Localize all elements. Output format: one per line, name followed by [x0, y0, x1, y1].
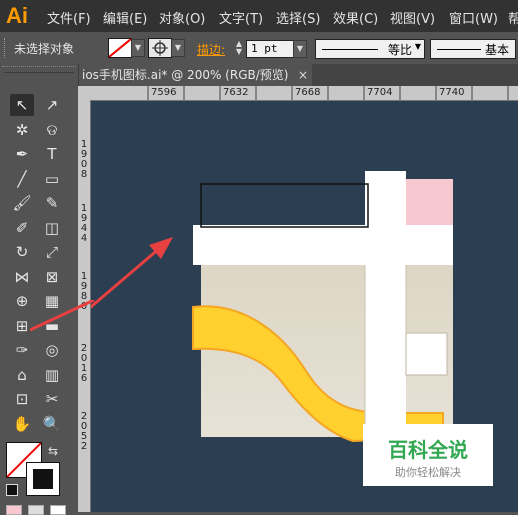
ruler-label: 7704	[367, 87, 393, 98]
lasso-tool-icon[interactable]: ଡ	[40, 119, 64, 141]
ruler-label: 7632	[223, 87, 249, 98]
menu-edit[interactable]: 编辑(E)	[103, 8, 147, 27]
rotate-tool-icon[interactable]: ↻	[10, 241, 34, 263]
ruler-label: 7740	[439, 87, 465, 98]
blob-brush-tool-icon[interactable]: ✐	[10, 217, 34, 239]
menu-help[interactable]: 帮	[508, 8, 518, 27]
no-fill-icon	[109, 39, 131, 57]
default-colors-icon[interactable]	[6, 484, 18, 496]
eraser-tool-icon[interactable]: ◫	[40, 217, 64, 239]
stroke-label[interactable]: 描边:	[197, 41, 225, 58]
direct-selection-tool-icon[interactable]: ↗	[40, 94, 64, 116]
watermark-title: 百科全说	[388, 438, 468, 462]
zoom-tool-icon[interactable]: 🔍	[40, 413, 64, 435]
none-mode-icon[interactable]	[50, 505, 66, 515]
tab-document[interactable]: ios手机图标.ai* @ 200% (RGB/预览) ×	[78, 64, 312, 86]
menu-select[interactable]: 选择(S)	[276, 8, 320, 27]
magic-wand-tool-icon[interactable]: ✲	[10, 119, 34, 141]
ruler-label: 7668	[295, 87, 321, 98]
tools-panel: ↖ ↗ ✲ ଡ ✒ T ╱ ▭ 🖌 ✎ ✐ ◫ ↻ ⤢ ⋈ ⊠ ⊕ ▦ ⊞ ▬ ✑ ◎ ⌂ ▥ ⊡ ✂ ✋ 🔍 ⇆	[0, 64, 79, 515]
stroke-dropdown[interactable]: ▼	[171, 39, 185, 57]
divider	[4, 72, 74, 73]
watermark-subtitle: 助你轻松解决	[395, 466, 461, 479]
paintbrush-tool-icon[interactable]: 🖌	[10, 192, 34, 214]
stroke-color-swatch[interactable]	[26, 462, 60, 496]
ruler-digit: 4	[80, 233, 88, 244]
type-tool-icon[interactable]: T	[40, 143, 64, 165]
white-column-shape[interactable]	[365, 171, 406, 441]
annotation-arrow-tail	[30, 300, 95, 332]
selection-tool-icon[interactable]: ↖	[10, 94, 34, 116]
stroke-weight-dropdown[interactable]: ▼	[293, 40, 307, 58]
menu-bar: Ai 文件(F) 编辑(E) 对象(O) 文字(T) 选择(S) 效果(C) 视…	[0, 0, 518, 32]
rectangle-tool-icon[interactable]: ▭	[40, 168, 64, 190]
pencil-tool-icon[interactable]: ✎	[40, 192, 64, 214]
white-bar-shape[interactable]	[193, 225, 453, 265]
stroke-profile-select[interactable]: 等比 ▼	[315, 39, 425, 59]
menu-object[interactable]: 对象(O)	[159, 8, 205, 27]
stroke-color-fill	[33, 469, 53, 489]
menu-window[interactable]: 窗口(W)	[449, 8, 498, 27]
close-icon[interactable]: ×	[298, 64, 308, 86]
document-tab-bar: ios手机图标.ai* @ 200% (RGB/预览) ×	[78, 64, 518, 86]
free-transform-tool-icon[interactable]: ⊠	[40, 266, 64, 288]
artboard-tool-icon[interactable]: ⊡	[10, 388, 34, 410]
slice-tool-icon[interactable]: ✂	[40, 388, 64, 410]
watermark-badge: 百科全说 助你轻松解决	[363, 424, 493, 486]
ruler-digit: 2	[80, 441, 88, 452]
gradient-mode-icon[interactable]	[28, 505, 44, 515]
menu-effect[interactable]: 效果(C)	[333, 8, 378, 27]
profile-line-icon	[322, 49, 378, 50]
line-tool-icon[interactable]: ╱	[10, 168, 34, 190]
stroke-weight-stepper[interactable]: ▲ ▼	[232, 40, 246, 57]
stroke-weight-field[interactable]: 1 pt	[246, 40, 296, 58]
selection-rectangle[interactable]	[200, 183, 369, 228]
white-tab-shape[interactable]	[405, 332, 448, 376]
chevron-down-icon: ▼	[414, 42, 421, 51]
stroke-swatch[interactable]	[148, 38, 172, 58]
color-mode-icon[interactable]	[6, 505, 22, 515]
pen-tool-icon[interactable]: ✒	[10, 143, 34, 165]
scale-tool-icon[interactable]: ⤢	[40, 241, 64, 263]
selection-status: 未选择对象	[14, 42, 75, 56]
horizontal-ruler[interactable]: 7596 7632 7668 7704 7740	[90, 86, 518, 101]
app-logo: Ai	[6, 3, 28, 28]
menu-view[interactable]: 视图(V)	[390, 8, 435, 27]
menu-file[interactable]: 文件(F)	[47, 8, 91, 27]
stroke-profile-label: 等比	[388, 43, 413, 57]
ruler-label: 7596	[151, 87, 177, 98]
panel-grip	[4, 38, 8, 58]
swap-colors-icon[interactable]: ⇆	[48, 444, 58, 458]
fill-swatch[interactable]	[108, 38, 132, 58]
brush-definition-label: 基本	[485, 43, 510, 57]
hand-tool-icon[interactable]: ✋	[10, 413, 34, 435]
fill-dropdown[interactable]: ▼	[131, 39, 145, 57]
brush-line-icon	[437, 49, 481, 50]
pink-square-shape[interactable]	[406, 179, 453, 225]
ruler-digit: 8	[80, 169, 88, 180]
brush-definition-select[interactable]: 基本	[430, 39, 516, 59]
crosshair-icon	[152, 40, 168, 56]
width-tool-icon[interactable]: ⋈	[10, 266, 34, 288]
document-tab-title: ios手机图标.ai* @ 200% (RGB/预览)	[82, 68, 289, 82]
control-bar: 未选择对象 ▼ ▼ 描边: ▲ ▼ 1 pt ▼ 等比 ▼ 基本	[0, 32, 518, 65]
menu-type[interactable]: 文字(T)	[219, 8, 263, 27]
